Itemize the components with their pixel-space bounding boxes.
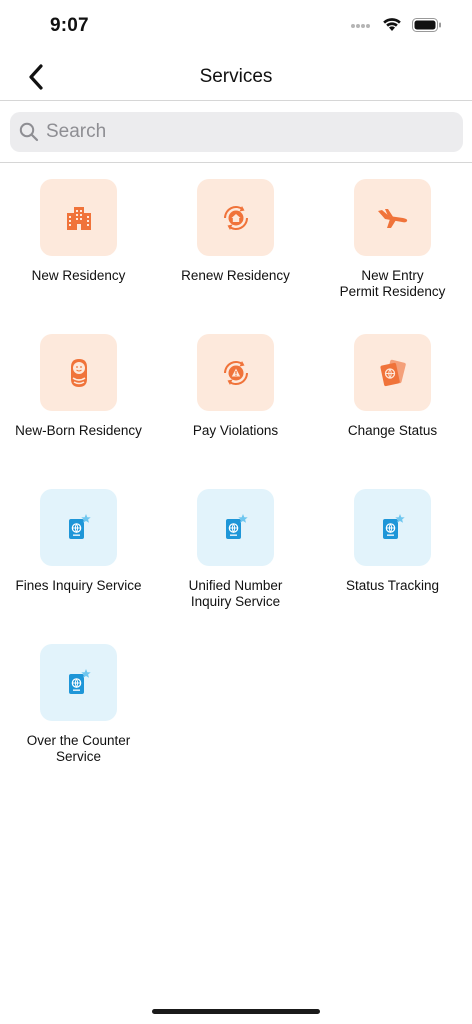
services-grid: New Residency Renew Residency New Entry Pe… bbox=[0, 179, 472, 799]
service-icon-box bbox=[354, 179, 431, 256]
status-bar: 9:07 bbox=[0, 0, 472, 54]
search-bar[interactable] bbox=[10, 112, 463, 152]
passports-icon bbox=[377, 358, 409, 388]
service-tile[interactable]: Fines Inquiry Service bbox=[0, 489, 157, 644]
service-label: Renew Residency bbox=[181, 268, 290, 283]
service-label: Unified Number Inquiry Service bbox=[188, 578, 283, 609]
wifi-icon bbox=[382, 17, 402, 37]
warning-cycle-icon bbox=[221, 358, 251, 388]
service-tile[interactable]: New-Born Residency bbox=[0, 334, 157, 489]
service-label: New Residency bbox=[31, 268, 126, 283]
service-icon-box bbox=[40, 179, 117, 256]
status-icons bbox=[350, 17, 442, 37]
service-tile[interactable]: Over the Counter Service bbox=[0, 644, 157, 799]
passport-star-icon bbox=[222, 513, 250, 543]
service-icon-box bbox=[197, 489, 274, 566]
service-tile[interactable]: Renew Residency bbox=[157, 179, 314, 334]
service-label: Change Status bbox=[347, 423, 438, 438]
service-icon-box bbox=[40, 644, 117, 721]
search-icon bbox=[18, 121, 40, 143]
renew-home-icon bbox=[221, 203, 251, 233]
passport-star-icon bbox=[379, 513, 407, 543]
service-label: New Entry Permit Residency bbox=[339, 268, 446, 299]
battery-icon bbox=[412, 17, 442, 37]
passport-star-icon bbox=[65, 513, 93, 543]
service-label: Status Tracking bbox=[345, 578, 440, 593]
service-icon-box bbox=[40, 334, 117, 411]
status-time: 9:07 bbox=[50, 15, 89, 36]
building-icon bbox=[65, 204, 93, 232]
service-tile[interactable]: Pay Violations bbox=[157, 334, 314, 489]
passport-star-icon bbox=[65, 668, 93, 698]
service-label: Fines Inquiry Service bbox=[15, 578, 142, 593]
service-label: New-Born Residency bbox=[15, 423, 142, 438]
service-icon-box bbox=[354, 489, 431, 566]
search-input[interactable] bbox=[46, 114, 446, 150]
service-tile[interactable]: New Residency bbox=[0, 179, 157, 334]
service-label: Over the Counter Service bbox=[26, 733, 131, 764]
airplane-icon bbox=[376, 206, 410, 230]
service-icon-box bbox=[197, 179, 274, 256]
page-title: Services bbox=[199, 66, 273, 87]
baby-icon bbox=[65, 357, 93, 389]
service-icon-box bbox=[354, 334, 431, 411]
service-icon-box bbox=[40, 489, 117, 566]
service-tile[interactable]: Change Status bbox=[314, 334, 472, 489]
service-tile[interactable]: Unified Number Inquiry Service bbox=[157, 489, 314, 644]
signal-icon bbox=[350, 18, 372, 36]
service-tile[interactable]: Status Tracking bbox=[314, 489, 472, 644]
service-label: Pay Violations bbox=[192, 423, 279, 438]
service-icon-box bbox=[197, 334, 274, 411]
nav-bar: Services bbox=[0, 54, 472, 101]
service-tile[interactable]: New Entry Permit Residency bbox=[314, 179, 472, 334]
home-indicator bbox=[152, 1009, 320, 1014]
search-section bbox=[0, 101, 472, 163]
